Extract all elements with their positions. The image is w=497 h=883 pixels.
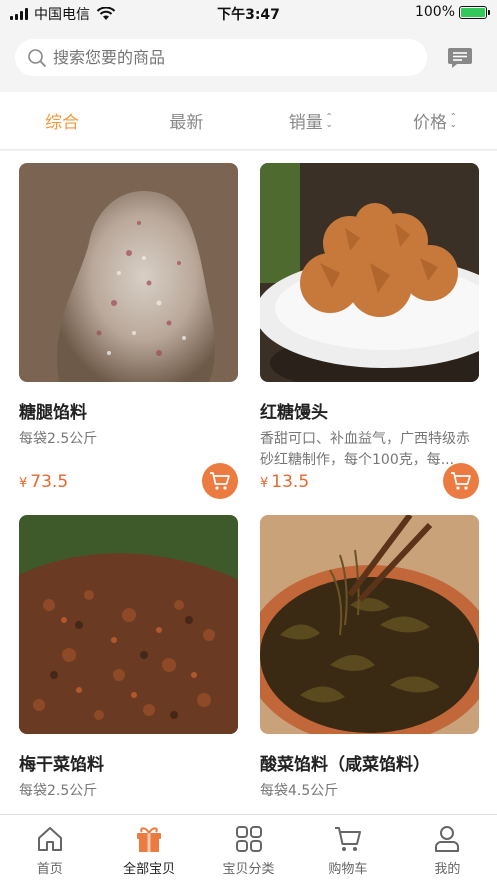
product-desc: 每袋4.5公斤 [260, 783, 339, 799]
header [0, 26, 497, 92]
status-bar: 中国电信 下午3:47 100% [0, 0, 497, 26]
tab-label: 宝贝分类 [222, 862, 275, 877]
user-icon [435, 826, 460, 852]
product-title: 红糖馒头 [260, 403, 328, 423]
tab-label: 首页 [36, 862, 63, 877]
product-card[interactable]: 酸菜馅料（咸菜馅料） 每袋4.5公斤 [260, 515, 479, 814]
sort-tab-label: 最新 [169, 113, 204, 133]
home-icon [37, 827, 62, 851]
product-image[interactable] [260, 163, 479, 382]
product-card[interactable]: 红糖馒头 香甜可口、补血益气，广西特级赤砂红糖制作，每个100克，每... ¥1… [260, 163, 479, 499]
add-to-cart-button[interactable] [202, 463, 238, 499]
product-price: ¥73.5 [19, 472, 68, 492]
price-value: 13.5 [271, 472, 310, 492]
tab-profile[interactable]: 我的 [398, 815, 497, 883]
cart-icon [334, 827, 361, 851]
sort-tab-price[interactable]: 价格 ⌃ ⌄ [373, 92, 497, 149]
battery-icon [459, 5, 490, 19]
product-image[interactable] [19, 515, 238, 734]
tab-categories[interactable]: 宝贝分类 [199, 815, 298, 883]
product-title: 糖腿馅料 [19, 403, 87, 423]
product-image[interactable] [260, 515, 479, 734]
tab-bar: 首页 全部宝贝 宝贝分类 购物车 我的 [0, 814, 497, 883]
product-title: 酸菜馅料（咸菜馅料） [260, 755, 430, 775]
cart-icon [210, 472, 230, 490]
battery-percent: 100% [414, 4, 455, 20]
product-card[interactable]: 梅干菜馅料 每袋2.5公斤 [19, 515, 238, 814]
tab-label: 全部宝贝 [123, 862, 176, 877]
search-bar[interactable] [15, 39, 427, 76]
tab-label: 购物车 [328, 862, 368, 877]
tab-label: 我的 [434, 862, 461, 877]
search-icon [28, 48, 46, 67]
sort-arrows-icon: ⌃ ⌄ [325, 111, 333, 129]
sort-tab-label: 综合 [45, 113, 80, 133]
gift-icon [137, 827, 162, 852]
cart-icon [451, 472, 471, 490]
product-desc: 香甜可口、补血益气，广西特级赤砂红糖制作，每个100克，每... [260, 431, 470, 468]
sort-arrows-icon: ⌃ ⌄ [450, 111, 457, 129]
message-icon[interactable] [447, 46, 473, 70]
product-desc: 每袋2.5公斤 [19, 431, 98, 447]
sort-tab-comprehensive[interactable]: 综合 [0, 92, 124, 149]
sort-tab-newest[interactable]: 最新 [124, 92, 248, 149]
product-title: 梅干菜馅料 [19, 755, 104, 775]
currency-symbol: ¥ [260, 476, 269, 491]
sort-tab-sales[interactable]: 销量 ⌃ ⌄ [249, 92, 373, 149]
tab-cart[interactable]: 购物车 [298, 815, 397, 883]
sort-bar: 综合 最新 销量 ⌃ ⌄ 价格 ⌃ ⌄ [0, 92, 497, 150]
price-value: 73.5 [30, 472, 69, 492]
product-image[interactable] [19, 163, 238, 382]
sort-tab-label: 价格 [413, 113, 448, 133]
product-card[interactable]: 糖腿馅料 每袋2.5公斤 ¥73.5 [19, 163, 238, 499]
product-desc: 每袋2.5公斤 [19, 783, 98, 799]
add-to-cart-button[interactable] [443, 463, 479, 499]
product-price: ¥13.5 [260, 472, 309, 492]
sort-tab-label: 销量 [288, 113, 323, 133]
status-right: 100% [414, 4, 490, 20]
currency-symbol: ¥ [19, 476, 28, 491]
search-input[interactable] [53, 48, 393, 67]
tab-home[interactable]: 首页 [0, 815, 99, 883]
grid-icon [235, 826, 262, 852]
product-grid: 糖腿馅料 每袋2.5公斤 ¥73.5 红糖馒头 香甜可口、补血益气，广西特级赤砂… [0, 151, 497, 814]
tab-all-items[interactable]: 全部宝贝 [99, 815, 198, 883]
